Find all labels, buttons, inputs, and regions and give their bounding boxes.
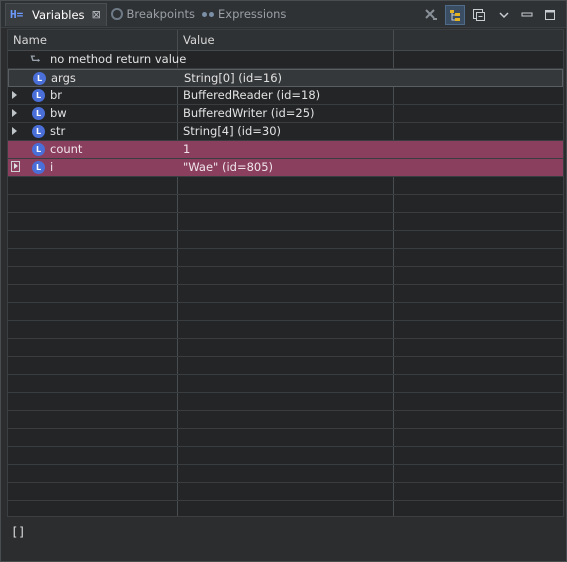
local-variable-icon: L <box>32 89 45 102</box>
detail-pane[interactable]: [] <box>7 519 564 559</box>
table-row[interactable]: L args String[0] (id=16) <box>8 69 563 87</box>
empty-row <box>8 483 563 501</box>
tab-variables-label: Variables <box>32 8 85 22</box>
variables-icon: H= <box>10 8 24 21</box>
empty-row <box>8 249 563 267</box>
variable-name: bw <box>50 106 67 120</box>
variable-value: String[4] (id=30) <box>183 124 282 138</box>
variable-value: String[0] (id=16) <box>184 71 283 85</box>
empty-row <box>8 195 563 213</box>
table-row[interactable]: L br BufferedReader (id=18) <box>8 87 563 105</box>
variable-value: BufferedReader (id=18) <box>183 88 321 102</box>
variable-name: br <box>50 88 63 102</box>
empty-row <box>8 177 563 195</box>
empty-row <box>8 321 563 339</box>
table-row[interactable]: L bw BufferedWriter (id=25) <box>8 105 563 123</box>
tab-breakpoints[interactable]: Breakpoints <box>107 3 195 25</box>
local-variable-icon: L <box>32 143 45 156</box>
tab-bar: H= Variables ⊠ Breakpoints Expressions <box>1 1 566 28</box>
expand-arrow-icon[interactable] <box>11 161 20 172</box>
expand-arrow-icon[interactable] <box>12 91 17 99</box>
show-type-names-icon[interactable] <box>445 5 465 25</box>
view-menu-icon[interactable] <box>494 5 514 25</box>
variable-value: "Wae" (id=805) <box>183 160 274 174</box>
empty-row <box>8 357 563 375</box>
tab-expressions[interactable]: Expressions <box>198 3 286 25</box>
table-row[interactable]: ⮑ no method return value <box>8 51 563 69</box>
variable-name: str <box>50 124 66 138</box>
variable-name: args <box>51 71 76 85</box>
local-variable-icon: L <box>32 107 45 120</box>
empty-row <box>8 375 563 393</box>
empty-row <box>8 267 563 285</box>
variables-table: Name Value ⮑ no method return value L ar… <box>7 29 564 517</box>
variable-name: count <box>50 142 83 156</box>
table-row[interactable]: L i "Wae" (id=805) <box>8 159 563 177</box>
empty-row <box>8 285 563 303</box>
breakpoints-icon <box>111 8 123 20</box>
empty-row <box>8 429 563 447</box>
empty-row <box>8 411 563 429</box>
return-icon: ⮑ <box>30 52 41 66</box>
remove-all-icon[interactable] <box>421 5 441 25</box>
empty-row <box>8 501 563 516</box>
local-variable-icon: L <box>32 161 45 174</box>
empty-row <box>8 213 563 231</box>
variable-value: BufferedWriter (id=25) <box>183 106 315 120</box>
detail-text: [] <box>11 525 26 539</box>
local-variable-icon: L <box>32 125 45 138</box>
variable-name: i <box>50 160 54 174</box>
empty-row <box>8 231 563 249</box>
close-icon[interactable]: ⊠ <box>92 9 102 20</box>
table-row[interactable]: L str String[4] (id=30) <box>8 123 563 141</box>
expand-arrow-icon[interactable] <box>12 127 17 135</box>
column-header-value[interactable]: Value <box>178 30 215 50</box>
expand-arrow-icon[interactable] <box>12 109 17 117</box>
tab-variables[interactable]: H= Variables ⊠ <box>5 3 107 26</box>
empty-row <box>8 465 563 483</box>
empty-row <box>8 393 563 411</box>
minimize-icon[interactable] <box>517 5 537 25</box>
empty-row <box>8 303 563 321</box>
variables-view: H= Variables ⊠ Breakpoints Expressions N… <box>0 0 567 562</box>
local-variable-icon: L <box>33 72 46 85</box>
tab-breakpoints-label: Breakpoints <box>126 7 195 21</box>
column-header-name[interactable]: Name <box>8 30 47 50</box>
empty-row <box>8 447 563 465</box>
variable-name: no method return value <box>50 52 187 66</box>
table-row[interactable]: L count 1 <box>8 141 563 159</box>
variable-value: 1 <box>183 142 191 156</box>
table-header: Name Value <box>8 30 563 51</box>
maximize-icon[interactable] <box>540 5 560 25</box>
empty-row <box>8 339 563 357</box>
tab-expressions-label: Expressions <box>218 7 287 21</box>
expressions-icon <box>202 11 214 17</box>
collapse-all-icon[interactable] <box>469 5 489 25</box>
